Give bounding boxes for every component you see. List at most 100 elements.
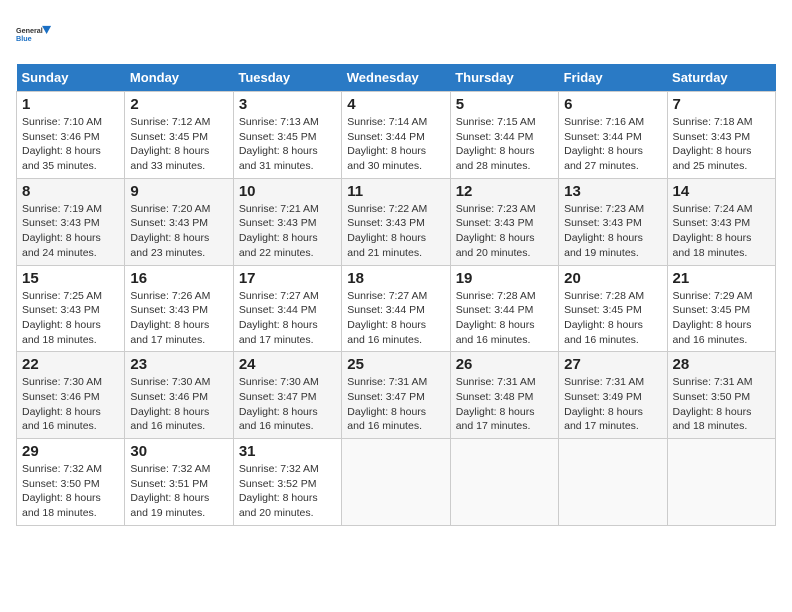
day-number: 15: [22, 270, 119, 287]
calendar-cell: [559, 439, 667, 526]
day-number: 22: [22, 356, 119, 373]
day-number: 26: [456, 356, 553, 373]
day-detail: Sunrise: 7:30 AMSunset: 3:46 PMDaylight:…: [130, 375, 227, 434]
day-detail: Sunrise: 7:28 AMSunset: 3:44 PMDaylight:…: [456, 289, 553, 348]
weekday-header-wednesday: Wednesday: [342, 64, 450, 92]
day-number: 14: [673, 183, 770, 200]
day-detail: Sunrise: 7:18 AMSunset: 3:43 PMDaylight:…: [673, 115, 770, 174]
day-number: 19: [456, 270, 553, 287]
day-number: 13: [564, 183, 661, 200]
calendar-cell: 25 Sunrise: 7:31 AMSunset: 3:47 PMDaylig…: [342, 352, 450, 439]
day-number: 31: [239, 443, 336, 460]
calendar-cell: 21 Sunrise: 7:29 AMSunset: 3:45 PMDaylig…: [667, 265, 775, 352]
day-detail: Sunrise: 7:24 AMSunset: 3:43 PMDaylight:…: [673, 202, 770, 261]
day-number: 4: [347, 96, 444, 113]
svg-text:Blue: Blue: [16, 34, 32, 43]
calendar-cell: 31 Sunrise: 7:32 AMSunset: 3:52 PMDaylig…: [233, 439, 341, 526]
calendar-cell: 7 Sunrise: 7:18 AMSunset: 3:43 PMDayligh…: [667, 92, 775, 179]
weekday-header-tuesday: Tuesday: [233, 64, 341, 92]
calendar-cell: 6 Sunrise: 7:16 AMSunset: 3:44 PMDayligh…: [559, 92, 667, 179]
calendar-cell: 19 Sunrise: 7:28 AMSunset: 3:44 PMDaylig…: [450, 265, 558, 352]
day-number: 29: [22, 443, 119, 460]
weekday-header-saturday: Saturday: [667, 64, 775, 92]
calendar-cell: 27 Sunrise: 7:31 AMSunset: 3:49 PMDaylig…: [559, 352, 667, 439]
day-number: 16: [130, 270, 227, 287]
weekday-header-sunday: Sunday: [17, 64, 125, 92]
calendar-cell: 24 Sunrise: 7:30 AMSunset: 3:47 PMDaylig…: [233, 352, 341, 439]
day-detail: Sunrise: 7:25 AMSunset: 3:43 PMDaylight:…: [22, 289, 119, 348]
calendar-cell: 29 Sunrise: 7:32 AMSunset: 3:50 PMDaylig…: [17, 439, 125, 526]
calendar-cell: 4 Sunrise: 7:14 AMSunset: 3:44 PMDayligh…: [342, 92, 450, 179]
calendar-week-3: 15 Sunrise: 7:25 AMSunset: 3:43 PMDaylig…: [17, 265, 776, 352]
day-number: 24: [239, 356, 336, 373]
calendar-table: SundayMondayTuesdayWednesdayThursdayFrid…: [16, 64, 776, 526]
day-number: 18: [347, 270, 444, 287]
day-detail: Sunrise: 7:30 AMSunset: 3:46 PMDaylight:…: [22, 375, 119, 434]
calendar-cell: 15 Sunrise: 7:25 AMSunset: 3:43 PMDaylig…: [17, 265, 125, 352]
calendar-cell: 5 Sunrise: 7:15 AMSunset: 3:44 PMDayligh…: [450, 92, 558, 179]
day-number: 21: [673, 270, 770, 287]
calendar-cell: 17 Sunrise: 7:27 AMSunset: 3:44 PMDaylig…: [233, 265, 341, 352]
day-detail: Sunrise: 7:13 AMSunset: 3:45 PMDaylight:…: [239, 115, 336, 174]
day-detail: Sunrise: 7:32 AMSunset: 3:51 PMDaylight:…: [130, 462, 227, 521]
calendar-cell: 23 Sunrise: 7:30 AMSunset: 3:46 PMDaylig…: [125, 352, 233, 439]
calendar-cell: 30 Sunrise: 7:32 AMSunset: 3:51 PMDaylig…: [125, 439, 233, 526]
day-detail: Sunrise: 7:12 AMSunset: 3:45 PMDaylight:…: [130, 115, 227, 174]
day-number: 8: [22, 183, 119, 200]
day-detail: Sunrise: 7:27 AMSunset: 3:44 PMDaylight:…: [347, 289, 444, 348]
calendar-cell: 18 Sunrise: 7:27 AMSunset: 3:44 PMDaylig…: [342, 265, 450, 352]
calendar-cell: 8 Sunrise: 7:19 AMSunset: 3:43 PMDayligh…: [17, 178, 125, 265]
calendar-cell: [667, 439, 775, 526]
calendar-cell: [450, 439, 558, 526]
page-header: GeneralBlue: [16, 16, 776, 52]
day-detail: Sunrise: 7:30 AMSunset: 3:47 PMDaylight:…: [239, 375, 336, 434]
weekday-header-row: SundayMondayTuesdayWednesdayThursdayFrid…: [17, 64, 776, 92]
day-detail: Sunrise: 7:19 AMSunset: 3:43 PMDaylight:…: [22, 202, 119, 261]
day-detail: Sunrise: 7:32 AMSunset: 3:50 PMDaylight:…: [22, 462, 119, 521]
calendar-cell: 11 Sunrise: 7:22 AMSunset: 3:43 PMDaylig…: [342, 178, 450, 265]
day-number: 3: [239, 96, 336, 113]
calendar-week-5: 29 Sunrise: 7:32 AMSunset: 3:50 PMDaylig…: [17, 439, 776, 526]
logo-icon: GeneralBlue: [16, 16, 52, 52]
calendar-cell: 1 Sunrise: 7:10 AMSunset: 3:46 PMDayligh…: [17, 92, 125, 179]
calendar-cell: 28 Sunrise: 7:31 AMSunset: 3:50 PMDaylig…: [667, 352, 775, 439]
calendar-cell: 14 Sunrise: 7:24 AMSunset: 3:43 PMDaylig…: [667, 178, 775, 265]
day-number: 12: [456, 183, 553, 200]
calendar-cell: 3 Sunrise: 7:13 AMSunset: 3:45 PMDayligh…: [233, 92, 341, 179]
calendar-cell: 22 Sunrise: 7:30 AMSunset: 3:46 PMDaylig…: [17, 352, 125, 439]
calendar-week-1: 1 Sunrise: 7:10 AMSunset: 3:46 PMDayligh…: [17, 92, 776, 179]
day-number: 25: [347, 356, 444, 373]
weekday-header-friday: Friday: [559, 64, 667, 92]
calendar-cell: 10 Sunrise: 7:21 AMSunset: 3:43 PMDaylig…: [233, 178, 341, 265]
day-number: 17: [239, 270, 336, 287]
calendar-cell: 9 Sunrise: 7:20 AMSunset: 3:43 PMDayligh…: [125, 178, 233, 265]
day-number: 20: [564, 270, 661, 287]
day-detail: Sunrise: 7:20 AMSunset: 3:43 PMDaylight:…: [130, 202, 227, 261]
day-detail: Sunrise: 7:27 AMSunset: 3:44 PMDaylight:…: [239, 289, 336, 348]
calendar-cell: 12 Sunrise: 7:23 AMSunset: 3:43 PMDaylig…: [450, 178, 558, 265]
day-number: 9: [130, 183, 227, 200]
day-detail: Sunrise: 7:28 AMSunset: 3:45 PMDaylight:…: [564, 289, 661, 348]
day-number: 10: [239, 183, 336, 200]
day-detail: Sunrise: 7:32 AMSunset: 3:52 PMDaylight:…: [239, 462, 336, 521]
day-detail: Sunrise: 7:21 AMSunset: 3:43 PMDaylight:…: [239, 202, 336, 261]
calendar-week-2: 8 Sunrise: 7:19 AMSunset: 3:43 PMDayligh…: [17, 178, 776, 265]
day-detail: Sunrise: 7:31 AMSunset: 3:47 PMDaylight:…: [347, 375, 444, 434]
day-detail: Sunrise: 7:31 AMSunset: 3:48 PMDaylight:…: [456, 375, 553, 434]
day-number: 28: [673, 356, 770, 373]
day-detail: Sunrise: 7:10 AMSunset: 3:46 PMDaylight:…: [22, 115, 119, 174]
day-detail: Sunrise: 7:23 AMSunset: 3:43 PMDaylight:…: [456, 202, 553, 261]
calendar-week-4: 22 Sunrise: 7:30 AMSunset: 3:46 PMDaylig…: [17, 352, 776, 439]
day-detail: Sunrise: 7:31 AMSunset: 3:50 PMDaylight:…: [673, 375, 770, 434]
day-number: 30: [130, 443, 227, 460]
day-number: 2: [130, 96, 227, 113]
day-number: 23: [130, 356, 227, 373]
day-number: 5: [456, 96, 553, 113]
calendar-cell: 13 Sunrise: 7:23 AMSunset: 3:43 PMDaylig…: [559, 178, 667, 265]
day-detail: Sunrise: 7:15 AMSunset: 3:44 PMDaylight:…: [456, 115, 553, 174]
calendar-cell: [342, 439, 450, 526]
day-detail: Sunrise: 7:26 AMSunset: 3:43 PMDaylight:…: [130, 289, 227, 348]
logo: GeneralBlue: [16, 16, 52, 52]
weekday-header-monday: Monday: [125, 64, 233, 92]
calendar-cell: 26 Sunrise: 7:31 AMSunset: 3:48 PMDaylig…: [450, 352, 558, 439]
